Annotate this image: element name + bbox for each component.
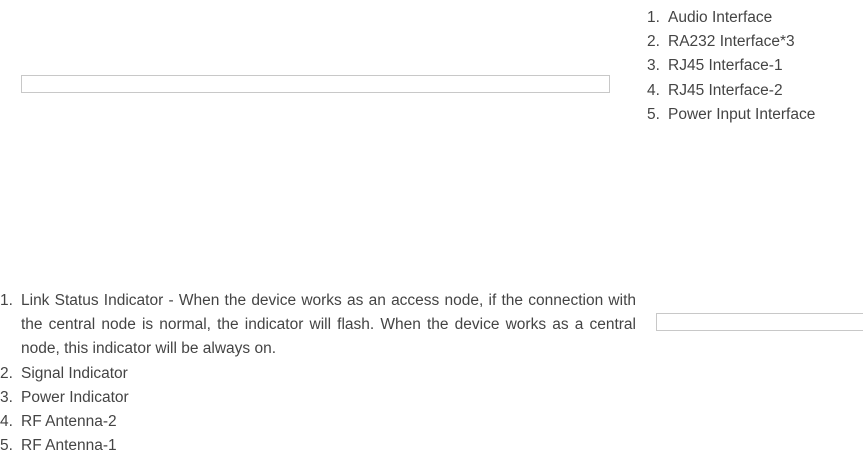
list-item-number: 5. <box>647 105 660 123</box>
list-item: 1. Link Status Indicator - When the devi… <box>0 289 636 362</box>
list-item: 3. RJ45 Interface-1 <box>647 54 863 78</box>
rear-panel-interface-list: 1. Audio Interface 2. RA232 Interface*3 … <box>647 6 863 127</box>
list-item: 2. RA232 Interface*3 <box>647 30 863 54</box>
front-panel-image <box>656 313 863 331</box>
list-item-label: Signal Indicator <box>21 364 128 382</box>
list-item: 5. Power Input Interface <box>647 103 863 127</box>
list-item-number: 3. <box>647 57 660 75</box>
list-item-number: 5. <box>0 437 13 455</box>
list-item-label: RJ45 Interface-1 <box>668 57 783 75</box>
list-item-label: Power Indicator <box>21 388 129 406</box>
list-item: 2. Signal Indicator <box>0 362 636 386</box>
list-item-number: 2. <box>0 364 13 382</box>
list-item-label: RA232 Interface*3 <box>668 33 795 51</box>
list-item: 3. Power Indicator <box>0 386 636 410</box>
rear-panel-image <box>21 75 610 93</box>
list-item-label: Link Status Indicator - When the device … <box>21 292 636 358</box>
list-item-label: RF Antenna-1 <box>21 437 117 455</box>
list-item-number: 1. <box>647 9 660 26</box>
list-item-number: 4. <box>647 81 660 99</box>
list-item-number: 2. <box>647 33 660 51</box>
front-panel-indicator-list: 1. Link Status Indicator - When the devi… <box>0 289 636 458</box>
list-item: 1. Audio Interface <box>647 6 863 30</box>
list-item-label: Audio Interface <box>668 9 773 26</box>
list-item-label: Power Input Interface <box>668 105 816 123</box>
list-item: 5. RF Antenna-1 <box>0 434 636 458</box>
list-item-label: RJ45 Interface-2 <box>668 81 783 99</box>
list-item: 4. RJ45 Interface-2 <box>647 79 863 103</box>
list-item-number: 3. <box>0 388 13 406</box>
list-item-number: 1. <box>0 292 13 309</box>
